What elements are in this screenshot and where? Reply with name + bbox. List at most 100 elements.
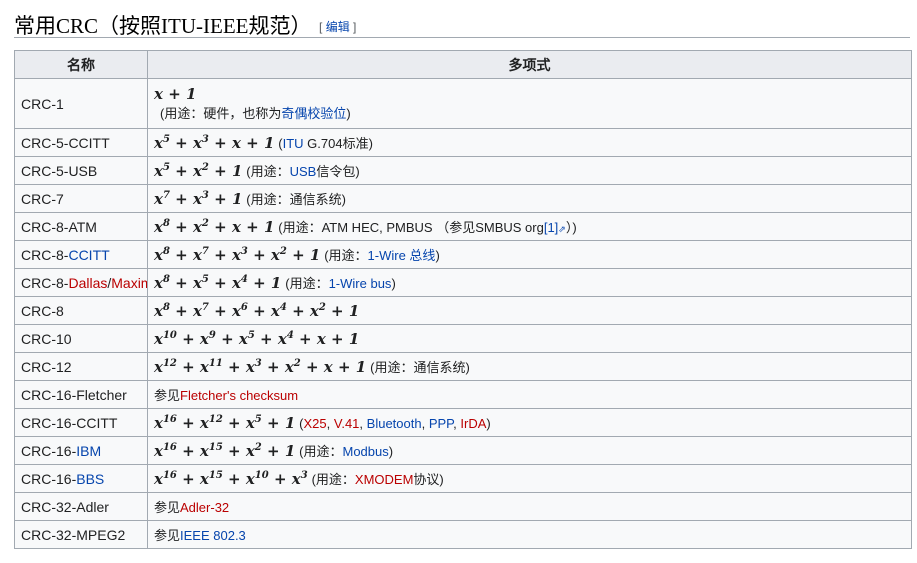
crc-name-cell: CRC-32-MPEG2 [14,520,148,549]
crc-name-cell: CRC-8-Dallas/Maxim [14,268,148,297]
note-link[interactable]: Fletcher's checksum [180,388,298,403]
note-link[interactable]: PPP [429,416,453,431]
table-row: CRC-32-Adler 参见Adler-32 [14,492,912,521]
crc-name-cell: CRC-10 [14,324,148,353]
crc-name-text: CRC-16- [21,470,77,487]
crc-name-text: CRC-5-CCITT [21,134,110,151]
note-text: , [421,415,429,431]
table-row: CRC-12 x12 + x11 + x3 + x2 + x + 1 (用途：通信… [14,352,912,381]
crc-name-cell: CRC-5-CCITT [14,128,148,157]
polynomial-cell: x + 1 (用途：硬件，也称为奇偶校验位) [147,78,912,129]
crc-name-cell: CRC-8-ATM [14,212,148,241]
crc-name-link[interactable]: BBS [76,471,104,487]
polynomial-cell: x10 + x9 + x5 + x4 + x + 1 [147,324,912,353]
note-text: (用途： [246,164,290,179]
crc-name-link[interactable]: Dallas [68,275,107,291]
note-link[interactable]: V.41 [334,416,360,431]
note-link[interactable]: 1-Wire 总线 [368,248,436,263]
usage-note: (用途：USB信令包) [246,164,359,179]
note-link[interactable]: ITU [283,136,304,151]
polynomial-formula: x12 + x11 + x3 + x2 + x + 1 [154,358,367,376]
polynomial-formula: x16 + x12 + x5 + 1 [154,413,296,432]
polynomial-formula: x10 + x9 + x5 + x4 + x + 1 [154,329,360,348]
note-link[interactable]: USB [290,164,317,179]
polynomial-cell: x5 + x3 + x + 1 (ITU G.704标准) [147,128,912,157]
polynomial-cell: x7 + x3 + 1 (用途：通信系统) [147,184,912,213]
note-text: ) [391,276,396,291]
crc-name-cell: CRC-1 [14,78,148,129]
section-title: 常用CRC（按照ITU-IEEE规范） [14,14,312,38]
table-row: CRC-32-MPEG2 参见IEEE 802.3 [14,520,912,549]
table-row: CRC-5-CCITT x5 + x3 + x + 1 (ITU G.704标准) [14,128,912,157]
crc-name-cell: CRC-8 [14,296,148,325]
polynomial-formula: x8 + x7 + x6 + x4 + x2 + 1 [154,301,360,320]
polynomial-cell: x16 + x12 + x5 + 1 (X25, V.41, Bluetooth… [147,408,912,437]
table-row: CRC-1 x + 1 (用途：硬件，也称为奇偶校验位) [14,78,912,129]
polynomial-cell: 参见IEEE 802.3 [147,520,912,549]
usage-note: (用途：XMODEM协议) [312,472,444,487]
note-text: ）) [565,220,577,235]
crc-name-link[interactable]: Maxim [111,275,146,291]
crc-name-cell: CRC-7 [14,184,148,213]
note-link[interactable]: [1] [544,220,558,235]
note-text: (用途：通信系统) [370,360,470,375]
polynomial-cell: x8 + x5 + x4 + 1 (用途：1-Wire bus) [147,268,912,297]
usage-note: 参见IEEE 802.3 [154,528,246,543]
polynomial-formula: x8 + x7 + x3 + x2 + 1 [154,246,321,264]
note-text: (用途： [285,276,329,291]
note-text: ) [435,248,440,263]
polynomial-formula: x7 + x3 + 1 [154,190,243,208]
table-row: CRC-10 x10 + x9 + x5 + x4 + x + 1 [14,324,912,353]
note-link[interactable]: Adler-32 [180,500,229,515]
note-text: (用途：ATM HEC, PMBUS （参见SMBUS org [278,220,544,235]
note-link[interactable]: IEEE 802.3 [180,528,246,543]
polynomial-cell: x8 + x2 + x + 1 (用途：ATM HEC, PMBUS （参见SM… [147,212,912,241]
crc-name-link[interactable]: IBM [76,443,101,459]
polynomial-formula: x8 + x5 + x4 + 1 [154,274,282,292]
polynomial-cell: x5 + x2 + 1 (用途：USB信令包) [147,156,912,185]
note-link[interactable]: IrDA [460,416,486,431]
crc-name-text: CRC-5-USB [21,162,98,179]
polynomial-cell: x8 + x7 + x6 + x4 + x2 + 1 [147,296,912,325]
note-link[interactable]: X25 [303,416,326,431]
crc-name-cell: CRC-16-Fletcher [14,380,148,409]
usage-note: 参见Adler-32 [154,500,229,515]
note-link[interactable]: XMODEM [355,472,414,487]
edit-section: [ 编辑 ] [319,20,357,34]
polynomial-cell: x8 + x7 + x3 + x2 + 1 (用途：1-Wire 总线) [147,240,912,269]
crc-name-text: CRC-8- [21,274,69,291]
usage-note: (ITU G.704标准) [278,136,373,151]
polynomial-cell: x16 + x15 + x2 + 1 (用途：Modbus) [147,436,912,465]
usage-note: (用途：硬件，也称为奇偶校验位) [154,106,351,121]
crc-name-text: CRC-16-CCITT [21,414,118,431]
polynomial-cell: 参见Fletcher's checksum [147,380,912,409]
usage-note: (X25, V.41, Bluetooth, PPP, IrDA) [299,416,491,431]
note-text: G.704标准) [303,136,373,151]
table-row: CRC-16-Fletcher 参见Fletcher's checksum [14,380,912,409]
note-link[interactable]: Bluetooth [367,416,422,431]
edit-link[interactable]: 编辑 [326,20,350,34]
usage-note: (用途：1-Wire 总线) [324,248,440,263]
crc-name-text: CRC-8-ATM [21,218,97,235]
usage-note: (用途：Modbus) [299,444,393,459]
crc-name-cell: CRC-5-USB [14,156,148,185]
note-link[interactable]: Modbus [342,444,388,459]
table-row: CRC-8-Dallas/Maximx8 + x5 + x4 + 1 (用途：1… [14,268,912,297]
crc-table: 名称 多项式 CRC-1 x + 1 (用途：硬件，也称为奇偶校验位) CRC-5-C… [14,50,912,549]
polynomial-cell: x12 + x11 + x3 + x2 + x + 1 (用途：通信系统) [147,352,912,381]
note-link[interactable]: 奇偶校验位 [281,106,346,121]
polynomial-cell: 参见Adler-32 [147,492,912,521]
note-text: , [359,415,367,431]
crc-name-cell: CRC-8-CCITT [14,240,148,269]
note-text: 信令包) [316,164,360,179]
note-link[interactable]: 1-Wire bus [329,276,392,291]
crc-name-link[interactable]: CCITT [68,247,109,263]
crc-name-cell: CRC-12 [14,352,148,381]
note-text: (用途：硬件，也称为 [160,106,282,121]
crc-name-text: CRC-32-MPEG2 [21,526,126,543]
note-text: ) [486,415,491,431]
usage-note: (用途：1-Wire bus) [285,276,396,291]
table-row: CRC-8-ATM x8 + x2 + x + 1 (用途：ATM HEC, PM… [14,212,912,241]
table-row: CRC-16-IBM x16 + x15 + x2 + 1 (用途：Modbus) [14,436,912,465]
crc-name-text: CRC-8- [21,246,69,263]
